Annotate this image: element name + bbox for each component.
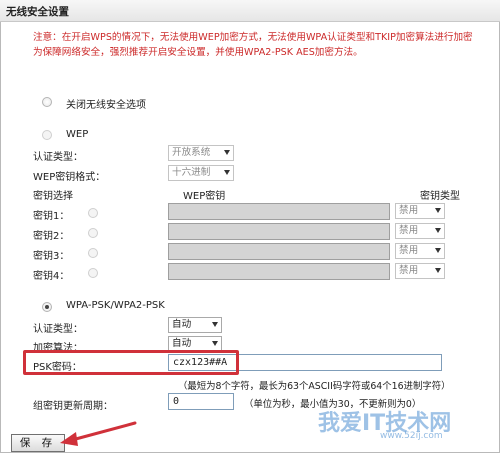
- key-4-label: 密钥4：: [33, 271, 70, 282]
- disable-security-label: 关闭无线安全选项: [66, 100, 146, 111]
- encryption-value: 自动: [172, 338, 192, 349]
- save-button[interactable]: 保 存: [11, 434, 65, 452]
- rekey-label: 组密钥更新周期：: [33, 401, 113, 412]
- key-3-type-select[interactable]: 禁用: [395, 243, 445, 259]
- key-3-type-value: 禁用: [399, 245, 419, 256]
- wep-key-format-select[interactable]: 十六进制: [168, 165, 234, 181]
- wpa-radio[interactable]: [42, 302, 52, 312]
- wep-key-format-value: 十六进制: [172, 167, 211, 178]
- wep-auth-type-select[interactable]: 开放系统: [168, 145, 234, 161]
- key-1-radio[interactable]: [88, 208, 98, 218]
- chevron-down-icon: [435, 268, 441, 273]
- rekey-period-input[interactable]: 0: [168, 393, 234, 410]
- chevron-down-icon: [435, 228, 441, 233]
- chevron-down-icon: [212, 341, 218, 346]
- wep-key-format-label: WEP密钥格式：: [33, 172, 106, 183]
- wpa-label: WPA-PSK/WPA2-PSK: [66, 300, 165, 311]
- disable-security-radio[interactable]: [42, 97, 52, 107]
- key-2-label: 密钥2：: [33, 231, 70, 242]
- title-bar: 无线安全设置: [0, 0, 500, 22]
- key-3-input[interactable]: [168, 243, 390, 260]
- key-1-type-select[interactable]: 禁用: [395, 203, 445, 219]
- wep-key-header: WEP密钥: [183, 191, 226, 202]
- key-2-input[interactable]: [168, 223, 390, 240]
- key-1-input[interactable]: [168, 203, 390, 220]
- highlight-box: [23, 350, 239, 375]
- key-4-radio[interactable]: [88, 268, 98, 278]
- wpa-auth-type-label: 认证类型：: [33, 324, 83, 335]
- window-title: 无线安全设置: [6, 6, 69, 18]
- key-1-type-value: 禁用: [399, 205, 419, 216]
- key-2-type-select[interactable]: 禁用: [395, 223, 445, 239]
- key-3-label: 密钥3：: [33, 251, 70, 262]
- watermark-url: www.52ij.com: [380, 431, 443, 441]
- chevron-down-icon: [435, 248, 441, 253]
- wep-auth-type-value: 开放系统: [172, 147, 211, 158]
- key-type-header: 密钥类型: [420, 191, 460, 202]
- key-select-header: 密钥选择: [33, 191, 73, 202]
- chevron-down-icon: [212, 322, 218, 327]
- key-2-radio[interactable]: [88, 228, 98, 238]
- chevron-down-icon: [224, 150, 230, 155]
- key-4-type-select[interactable]: 禁用: [395, 263, 445, 279]
- wep-auth-type-label: 认证类型：: [33, 152, 83, 163]
- key-4-input[interactable]: [168, 263, 390, 280]
- wep-label: WEP: [66, 129, 89, 140]
- wep-radio[interactable]: [42, 130, 52, 140]
- notice-text: 注意：在开启WPS的情况下，无法使用WEP加密方式，无法使用WPA认证类型和TK…: [33, 32, 473, 58]
- psk-hint: （最短为8个字符，最长为63个ASCII码字符或64个16进制字符）: [178, 381, 451, 392]
- wpa-auth-type-value: 自动: [172, 319, 192, 330]
- chevron-down-icon: [224, 170, 230, 175]
- chevron-down-icon: [435, 208, 441, 213]
- key-2-type-value: 禁用: [399, 225, 419, 236]
- wpa-auth-type-select[interactable]: 自动: [168, 317, 222, 333]
- key-1-label: 密钥1：: [33, 211, 70, 222]
- key-3-radio[interactable]: [88, 248, 98, 258]
- key-4-type-value: 禁用: [399, 265, 419, 276]
